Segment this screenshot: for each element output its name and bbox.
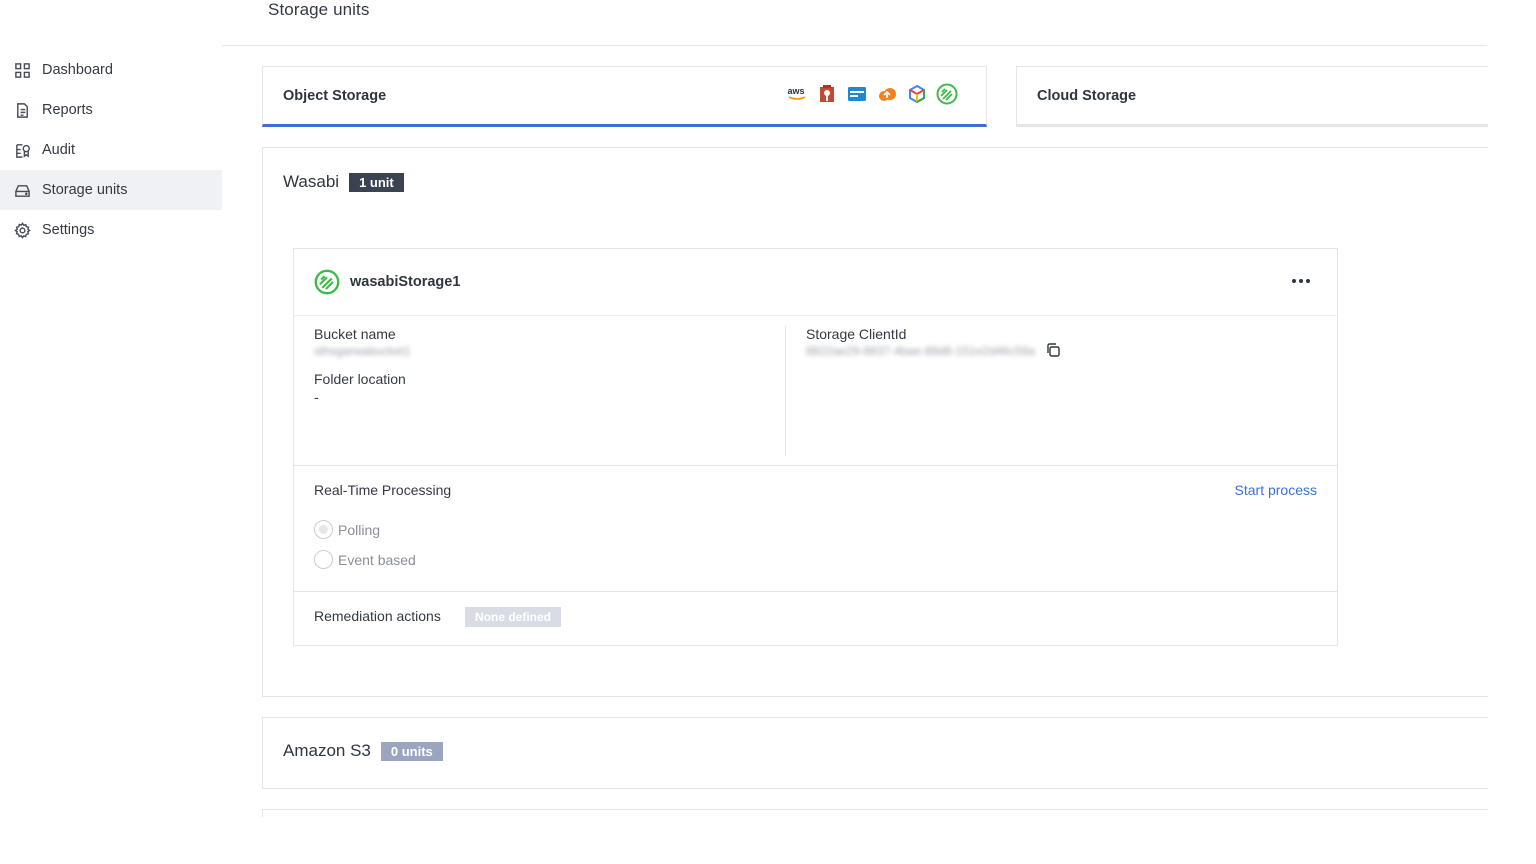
section-title: Amazon S3 bbox=[283, 741, 371, 760]
radio-circle bbox=[314, 550, 333, 569]
audit-icon bbox=[13, 141, 31, 159]
real-time-processing-row: Real-Time Processing Start process Polli… bbox=[294, 466, 1337, 592]
tab-label: Cloud Storage bbox=[1037, 87, 1137, 104]
storage-clientid-row: 8822ae29-8837-4bae-88d8-151e2d46c59a bbox=[806, 342, 1061, 358]
details-left: Bucket name sthsgarwabucket1 Folder loca… bbox=[314, 326, 411, 405]
folder-location-label: Folder location bbox=[314, 371, 406, 387]
amazon-s3-section[interactable]: Amazon S3 0 units bbox=[262, 717, 1488, 789]
grid-icon bbox=[13, 61, 31, 79]
copy-icon[interactable] bbox=[1045, 342, 1061, 358]
storage-unit-name: wasabiStorage1 bbox=[350, 274, 461, 290]
next-section-edge bbox=[262, 809, 1488, 817]
azure-logo-icon bbox=[846, 83, 868, 105]
sidebar-item-label: Storage units bbox=[42, 182, 128, 198]
gear-icon bbox=[13, 221, 31, 239]
bucket-name-value: sthsgarwabucket1 bbox=[314, 344, 411, 358]
dot-icon bbox=[1292, 279, 1296, 283]
unit-count-badge: 0 units bbox=[380, 741, 443, 761]
sidebar-item-label: Settings bbox=[42, 222, 95, 238]
section-title: Wasabi bbox=[283, 172, 340, 191]
event-based-radio[interactable]: Event based bbox=[314, 550, 416, 569]
bucket-name-label: Bucket name bbox=[314, 326, 396, 342]
remediation-badge: None defined bbox=[465, 607, 562, 627]
storage-clientid-value: 8822ae29-8837-4bae-88d8-151e2d46c59a bbox=[806, 344, 1035, 358]
section-header: Amazon S3 0 units bbox=[283, 741, 443, 761]
cloudflare-logo-icon bbox=[876, 83, 898, 105]
tab-cloud-storage[interactable]: Cloud Storage bbox=[1016, 66, 1488, 127]
card-header: wasabiStorage1 bbox=[294, 249, 1337, 316]
radio-circle bbox=[314, 520, 333, 539]
storage-clientid-label: Storage ClientId bbox=[806, 326, 907, 342]
unit-count-badge: 1 unit bbox=[349, 172, 404, 192]
sidebar-item-label: Audit bbox=[42, 142, 76, 158]
sidebar: Dashboard Reports Audit Storage units Se… bbox=[0, 50, 222, 250]
section-header: Wasabi 1 unit bbox=[283, 172, 404, 192]
sidebar-item-settings[interactable]: Settings bbox=[0, 210, 222, 250]
wasabi-logo-icon bbox=[314, 269, 340, 295]
tab-object-storage[interactable]: Object Storage aws bbox=[262, 66, 987, 127]
storage-unit-card: wasabiStorage1 Bucket name sthsgarwabuck… bbox=[293, 248, 1338, 646]
remediation-label: Remediation actions bbox=[314, 608, 441, 624]
radio-dot bbox=[319, 525, 328, 534]
sidebar-item-dashboard[interactable]: Dashboard bbox=[0, 50, 222, 90]
more-options-button[interactable] bbox=[1289, 271, 1313, 291]
folder-location-value: - bbox=[314, 389, 319, 405]
radio-label: Event based bbox=[338, 551, 416, 568]
radio-label: Polling bbox=[338, 521, 381, 538]
details-row: Bucket name sthsgarwabucket1 Folder loca… bbox=[294, 316, 1337, 466]
sidebar-item-audit[interactable]: Audit bbox=[0, 130, 222, 170]
start-process-link[interactable]: Start process bbox=[1235, 482, 1317, 498]
column-divider bbox=[785, 326, 786, 456]
remediation-row: Remediation actions None defined bbox=[294, 592, 1337, 644]
tab-label: Object Storage bbox=[283, 87, 387, 104]
sidebar-item-label: Dashboard bbox=[42, 62, 113, 78]
dot-icon bbox=[1299, 279, 1303, 283]
page-title: Storage units bbox=[268, 0, 370, 19]
dot-icon bbox=[1306, 279, 1310, 283]
sidebar-item-storage-units[interactable]: Storage units bbox=[0, 170, 222, 210]
gcp-logo-icon bbox=[906, 83, 928, 105]
aws-logo-icon: aws bbox=[786, 83, 808, 105]
sidebar-item-reports[interactable]: Reports bbox=[0, 90, 222, 130]
document-icon bbox=[13, 101, 31, 119]
details-right: Storage ClientId 8822ae29-8837-4bae-88d8… bbox=[806, 326, 1061, 358]
wasabi-section: Wasabi 1 unit wasabiStorage1 Bucket name… bbox=[262, 147, 1488, 697]
polling-radio[interactable]: Polling bbox=[314, 520, 380, 539]
wasabi-logo-icon bbox=[936, 83, 958, 105]
header-divider bbox=[222, 45, 1487, 46]
sidebar-item-label: Reports bbox=[42, 102, 93, 118]
oracle-logo-icon bbox=[816, 83, 838, 105]
provider-logos: aws bbox=[786, 83, 958, 105]
storage-icon bbox=[13, 181, 31, 199]
svg-text:aws: aws bbox=[788, 86, 805, 96]
real-time-processing-title: Real-Time Processing bbox=[314, 482, 452, 498]
